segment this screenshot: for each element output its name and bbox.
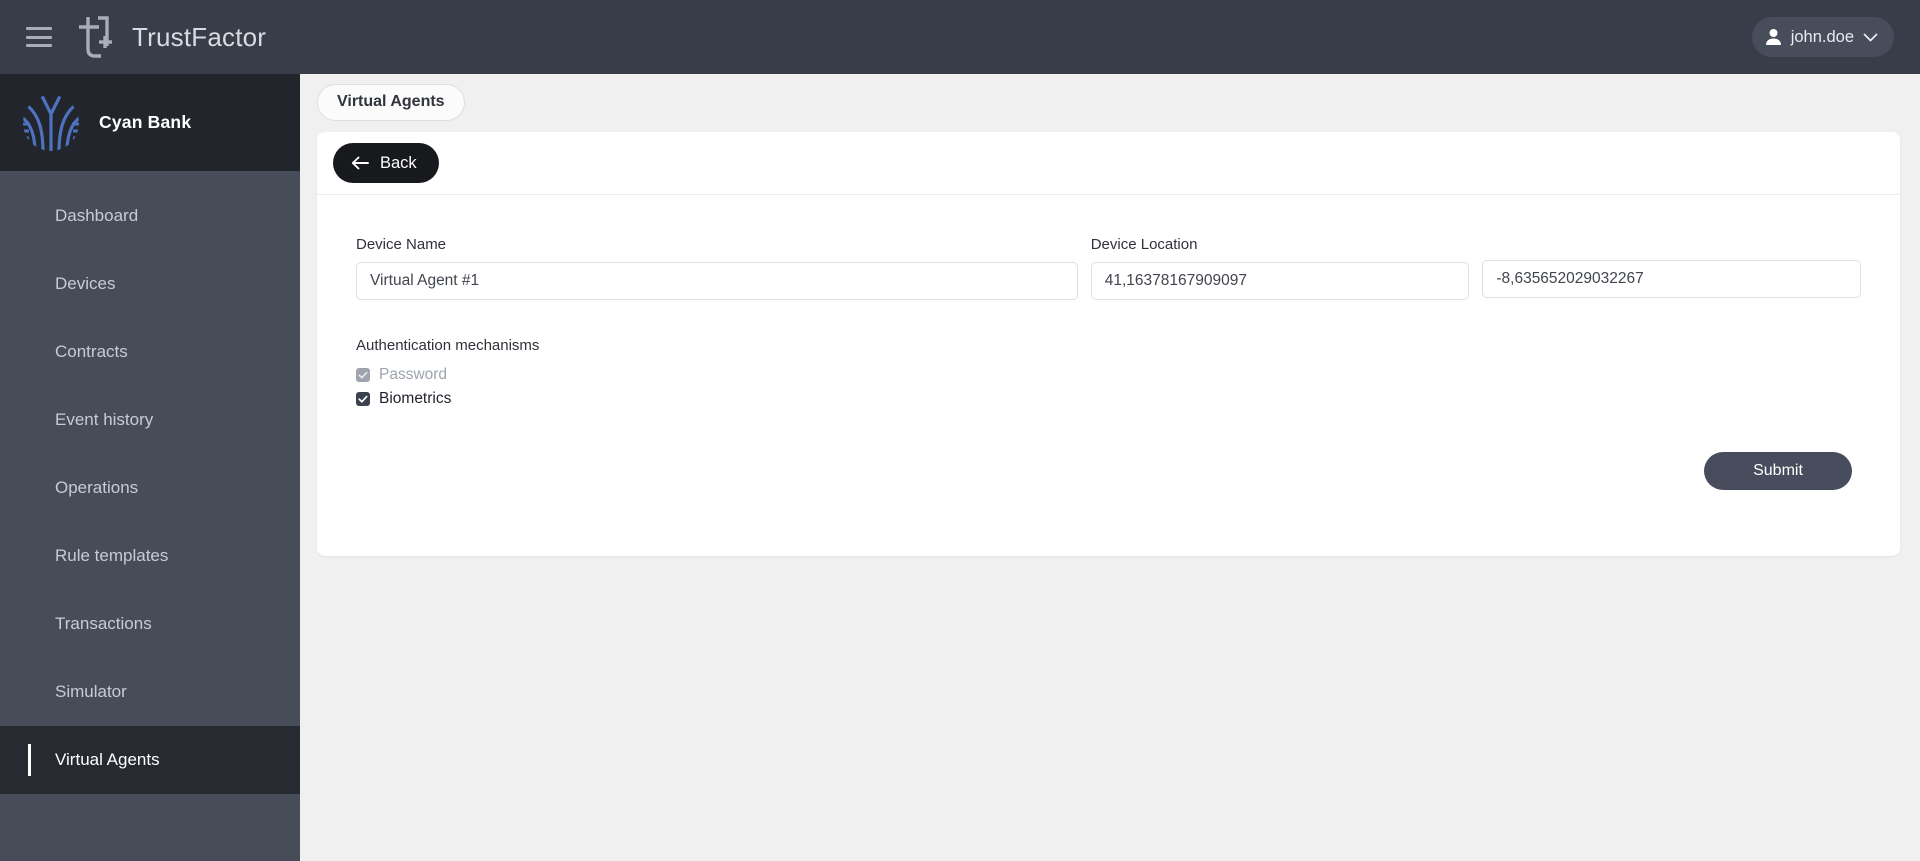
device-name-group: Device Name [356, 236, 1078, 300]
sidebar-item-label: Virtual Agents [55, 750, 160, 769]
top-bar: TrustFactor john.doe [0, 0, 1920, 74]
virtual-agent-form-card: Back Device Name Device Location [317, 132, 1900, 556]
trustfactor-logo-icon [74, 14, 116, 60]
sidebar-item-event-history[interactable]: Event history [0, 386, 300, 454]
sidebar-item-virtual-agents[interactable]: Virtual Agents [0, 726, 300, 794]
org-brand: Cyan Bank [0, 74, 300, 171]
sidebar-nav: Dashboard Devices Contracts Event histor… [0, 171, 300, 794]
arrow-left-icon [351, 156, 369, 170]
back-button-label: Back [380, 153, 417, 172]
device-latitude-group: Device Location [1090, 236, 1470, 300]
chevron-down-icon [1863, 33, 1878, 42]
sidebar-item-label: Simulator [55, 682, 127, 701]
sidebar-item-label: Rule templates [55, 546, 169, 565]
sidebar-item-rule-templates[interactable]: Rule templates [0, 522, 300, 590]
auth-mechanisms-title: Authentication mechanisms [356, 337, 540, 354]
auth-option-label: Password [379, 366, 448, 383]
device-location-label: Device Location [1090, 236, 1198, 253]
card-header: Back [317, 132, 1900, 195]
hamburger-icon[interactable] [26, 27, 52, 47]
user-menu[interactable]: john.doe [1751, 17, 1894, 57]
sidebar-item-contracts[interactable]: Contracts [0, 318, 300, 386]
main-content: Virtual Agents Back Device Name Virtual … [300, 74, 1920, 861]
person-icon [1765, 28, 1782, 46]
user-name: john.doe [1790, 27, 1854, 46]
sidebar-item-label: Dashboard [55, 206, 139, 225]
sidebar-item-operations[interactable]: Operations [0, 454, 300, 522]
sidebar: Cyan Bank Dashboard Devices Contracts Ev… [0, 74, 300, 861]
sidebar-item-label: Devices [55, 274, 116, 293]
card-body: Device Name Device Location Authenticati… [317, 195, 1900, 490]
app-root: TrustFactor john.doe Cyan Bank Dashboard… [0, 0, 1920, 861]
device-longitude-input[interactable] [1482, 260, 1861, 298]
sidebar-item-label: Transactions [55, 614, 152, 633]
auth-option-password[interactable]: Password [356, 363, 1861, 387]
device-latitude-input[interactable] [1090, 262, 1470, 300]
org-name: Cyan Bank [99, 112, 192, 132]
submit-button[interactable]: Submit [1704, 452, 1852, 490]
device-name-input[interactable] [356, 262, 1078, 300]
hamburger-line [26, 27, 52, 30]
back-button[interactable]: Back [333, 143, 439, 183]
breadcrumb-bar: Virtual Agents [300, 74, 1920, 130]
hamburger-line [26, 44, 52, 47]
app-title: TrustFactor [132, 21, 267, 52]
sidebar-item-transactions[interactable]: Transactions [0, 590, 300, 658]
device-name-label: Device Name [356, 236, 447, 253]
submit-row: Submit [356, 452, 1861, 490]
checkbox-biometrics-icon[interactable] [356, 392, 370, 406]
sidebar-item-label: Operations [55, 478, 139, 497]
device-longitude-group [1482, 236, 1861, 300]
field-row: Device Name Device Location [356, 236, 1861, 300]
hamburger-line [26, 35, 52, 39]
auth-option-biometrics[interactable]: Biometrics [356, 387, 1861, 411]
sidebar-item-label: Event history [55, 410, 154, 429]
cyan-bank-logo-icon [22, 94, 80, 152]
checkbox-password-icon[interactable] [356, 368, 370, 382]
sidebar-item-dashboard[interactable]: Dashboard [0, 182, 300, 250]
sidebar-item-label: Contracts [55, 342, 128, 361]
sidebar-item-devices[interactable]: Devices [0, 250, 300, 318]
auth-option-label: Biometrics [379, 390, 452, 407]
breadcrumb[interactable]: Virtual Agents [317, 83, 465, 121]
sidebar-item-simulator[interactable]: Simulator [0, 658, 300, 726]
